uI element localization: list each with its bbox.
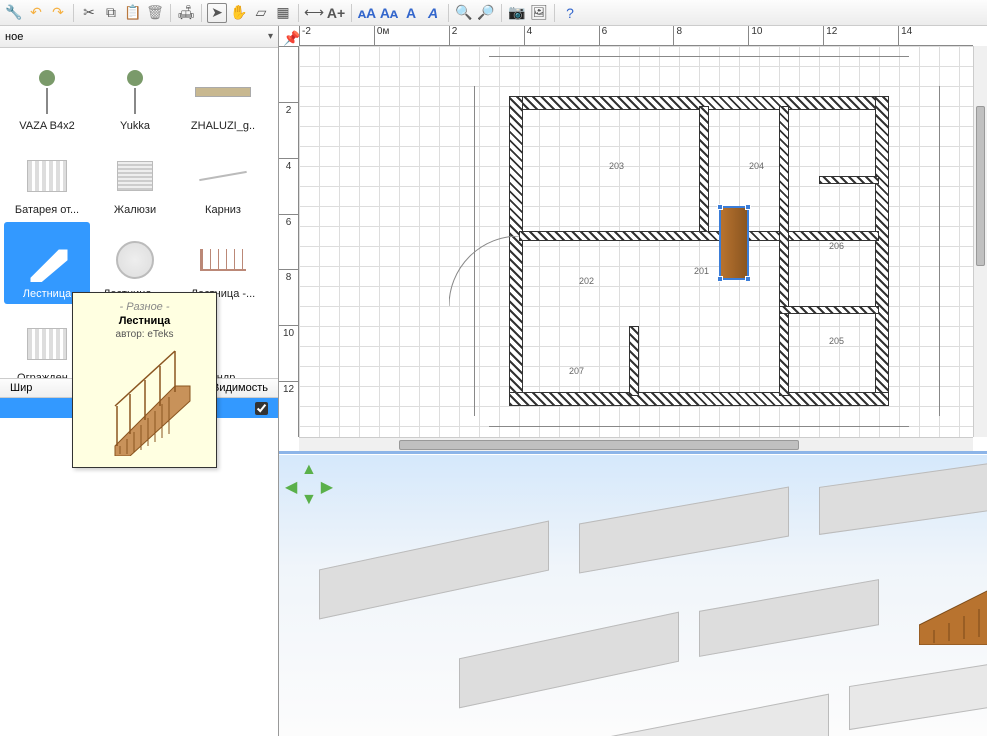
catalog-item-label: Жалюзи xyxy=(114,204,156,216)
redo-icon[interactable]: ↷ xyxy=(48,3,68,23)
tooltip-name: Лестница xyxy=(81,315,208,327)
catalog-item-label: ZHALUZI_g.. xyxy=(191,120,255,132)
catalog-item-label: Батарея от... xyxy=(15,204,79,216)
room-label: 205 xyxy=(829,336,844,346)
room-label: 203 xyxy=(609,161,624,171)
room-label: 206 xyxy=(829,241,844,251)
pan-tool-icon[interactable]: ✋ xyxy=(229,3,249,23)
ruler-horizontal: -20м2468101214 xyxy=(299,26,973,46)
floorplan: 203 204 202 201 207 205 206 xyxy=(479,76,919,416)
text-size-icon[interactable]: ᴀA xyxy=(357,3,377,23)
stairs-3d xyxy=(919,555,987,635)
zoom-in-icon[interactable]: 🔎 xyxy=(476,3,496,23)
catalog-item-label: VAZA B4x2 xyxy=(19,120,74,132)
right-panel: 📌 -20м2468101214 24681012 xyxy=(279,26,987,736)
plan-view[interactable]: 📌 -20м2468101214 24681012 xyxy=(279,26,987,454)
catalog-item[interactable]: Yukka xyxy=(92,54,178,136)
add-text-icon[interactable]: A+ xyxy=(326,3,346,23)
zoom-out-icon[interactable]: 🔍 xyxy=(454,3,474,23)
selected-stairs-plan[interactable] xyxy=(719,206,749,280)
photo-icon[interactable]: 🖼 xyxy=(529,3,549,23)
tooltip-category: - Разное - xyxy=(81,301,208,313)
catalog-item[interactable]: VAZA B4x2 xyxy=(4,54,90,136)
tooltip-author: автор: eTeks xyxy=(81,329,208,340)
catalog-item[interactable]: ZHALUZI_g.. xyxy=(180,54,266,136)
pin-icon[interactable]: 📌 xyxy=(283,30,300,47)
plan-canvas[interactable]: 203 204 202 201 207 205 206 xyxy=(299,46,973,437)
text-italic-icon[interactable]: A xyxy=(423,3,443,23)
col-visibility: Видимость xyxy=(212,382,268,394)
room-label: 201 xyxy=(694,266,709,276)
select-tool-icon[interactable]: ➤ xyxy=(207,3,227,23)
create-dim-icon[interactable]: ⟷ xyxy=(304,3,324,23)
help-icon[interactable]: ? xyxy=(560,3,580,23)
furniture-tooltip: - Разное - Лестница автор: eTeks xyxy=(72,292,217,468)
ruler-vertical: 24681012 xyxy=(279,46,299,437)
delete-icon[interactable]: 🗑 xyxy=(145,3,165,23)
text-spacing-icon[interactable]: Aᴀ xyxy=(379,3,399,23)
visibility-checkbox[interactable] xyxy=(255,402,268,415)
category-label: ное xyxy=(5,31,23,43)
paste-icon[interactable]: 📋 xyxy=(123,3,143,23)
chevron-down-icon[interactable]: ▾ xyxy=(268,31,273,42)
wrench-icon[interactable]: 🔧 xyxy=(4,3,24,23)
category-selector[interactable]: ное ▾ xyxy=(0,26,278,48)
room-label: 204 xyxy=(749,161,764,171)
add-furniture-icon[interactable]: 🛋 xyxy=(176,3,196,23)
create-room-icon[interactable]: ▦ xyxy=(273,3,293,23)
main-toolbar: 🔧 ↶ ↷ ✂ ⧉ 📋 🗑 🛋 ➤ ✋ ▱ ▦ ⟷ A+ ᴀA Aᴀ A A 🔍… xyxy=(0,0,987,26)
tooltip-preview-icon xyxy=(95,346,195,456)
col-width: Шир xyxy=(10,382,32,394)
view-3d[interactable]: ▲ ▼ ◀ ▶ xyxy=(279,454,987,736)
catalog-item-label: Yukka xyxy=(120,120,150,132)
cut-icon[interactable]: ✂ xyxy=(79,3,99,23)
catalog-item[interactable]: Жалюзи xyxy=(92,138,178,220)
catalog-item-label: Лестница xyxy=(23,288,72,300)
scrollbar-vertical[interactable] xyxy=(973,46,987,437)
create-wall-icon[interactable]: ▱ xyxy=(251,3,271,23)
room-label: 202 xyxy=(579,276,594,286)
scrollbar-horizontal[interactable] xyxy=(299,437,973,451)
text-bold-icon[interactable]: A xyxy=(401,3,421,23)
walls-3d xyxy=(279,485,987,736)
camera-icon[interactable]: 📷 xyxy=(507,3,527,23)
catalog-item-label: Карниз xyxy=(205,204,241,216)
room-label: 207 xyxy=(569,366,584,376)
catalog-item[interactable]: Карниз xyxy=(180,138,266,220)
copy-icon[interactable]: ⧉ xyxy=(101,3,121,23)
undo-icon[interactable]: ↶ xyxy=(26,3,46,23)
catalog-item[interactable]: Батарея от... xyxy=(4,138,90,220)
